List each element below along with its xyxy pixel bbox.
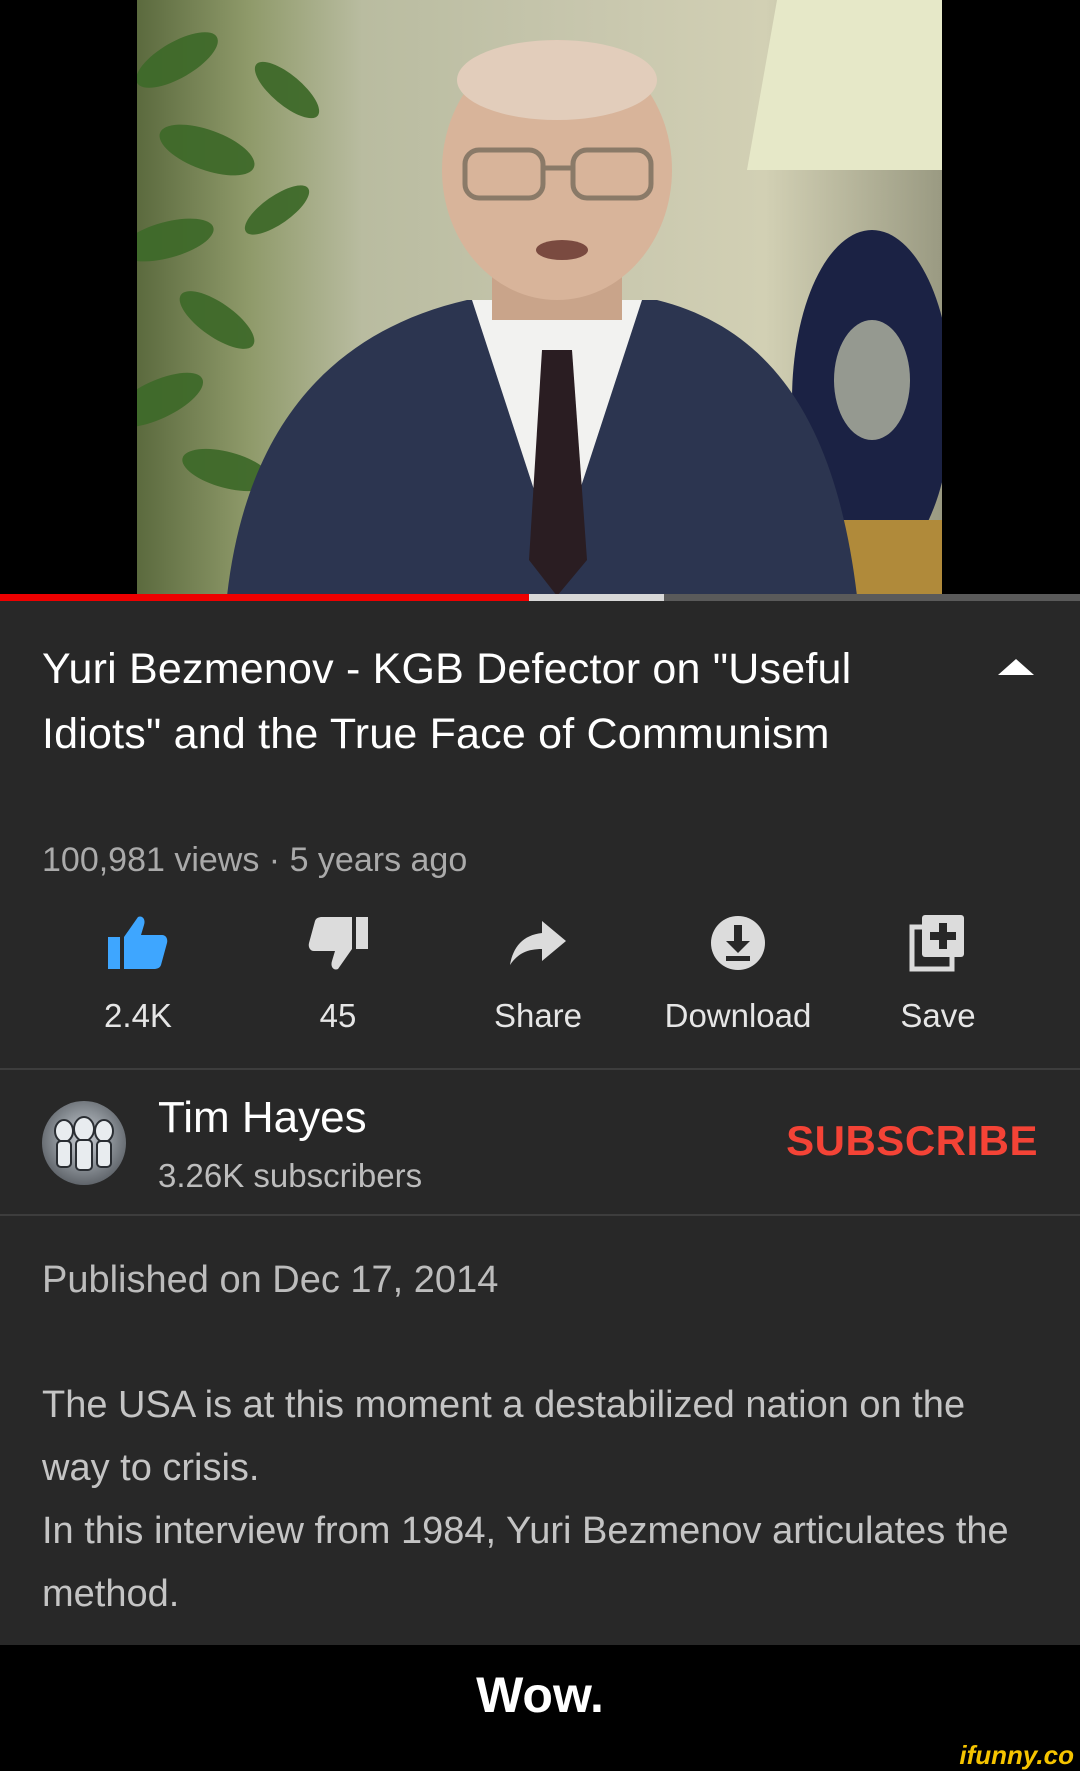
video-player[interactable] xyxy=(0,0,1080,601)
save-label: Save xyxy=(900,997,976,1034)
video-progress-bar[interactable] xyxy=(0,594,1080,601)
thumbs-down-icon xyxy=(308,917,368,970)
video-frame[interactable] xyxy=(137,0,942,596)
download-label: Download xyxy=(664,997,812,1034)
channel-row: Tim Hayes 3.26K subscribers SUBSCRIBE xyxy=(0,1071,1080,1216)
channel-avatar[interactable] xyxy=(42,1101,126,1185)
like-count: 2.4K xyxy=(104,997,172,1034)
description-line: In this interview from 1984, Yuri Bezmen… xyxy=(42,1510,1009,1615)
subscribe-button[interactable]: SUBSCRIBE xyxy=(786,1117,1038,1165)
share-arrow-icon xyxy=(510,921,566,965)
progress-played xyxy=(0,594,530,601)
action-bar: 2.4K 45 Share Download Save xyxy=(0,911,1080,1046)
video-thumbnail-image xyxy=(137,0,942,596)
share-button[interactable]: Share xyxy=(438,911,638,1046)
alien-figures-icon xyxy=(54,1116,114,1171)
download-button[interactable]: Download xyxy=(638,911,838,1046)
download-icon xyxy=(711,916,765,970)
video-title[interactable]: Yuri Bezmenov - KGB Defector on "Useful … xyxy=(42,637,942,767)
channel-name[interactable]: Tim Hayes xyxy=(158,1093,367,1143)
video-description: The USA is at this moment a destabilized… xyxy=(42,1374,1042,1626)
meme-caption: Wow. xyxy=(476,1667,604,1723)
publish-date: Published on Dec 17, 2014 xyxy=(42,1259,499,1301)
subscriber-count: 3.26K subscribers xyxy=(158,1157,423,1194)
divider xyxy=(0,1068,1080,1070)
dislike-button[interactable]: 45 xyxy=(238,911,438,1046)
site-watermark: ifunny.co xyxy=(959,1740,1074,1770)
dislike-count: 45 xyxy=(319,997,357,1034)
divider xyxy=(0,1214,1080,1216)
save-button[interactable]: Save xyxy=(838,911,1038,1046)
view-count-and-age: 100,981 views · 5 years ago xyxy=(42,841,468,879)
add-to-playlist-icon xyxy=(909,915,964,972)
video-info-panel: Yuri Bezmenov - KGB Defector on "Useful … xyxy=(0,601,1080,1645)
share-label: Share xyxy=(493,997,583,1034)
description-line: The USA is at this moment a destabilized… xyxy=(42,1384,966,1489)
thumbs-up-icon xyxy=(108,916,168,969)
like-button[interactable]: 2.4K xyxy=(38,911,238,1046)
collapse-caret-icon[interactable] xyxy=(998,659,1034,675)
